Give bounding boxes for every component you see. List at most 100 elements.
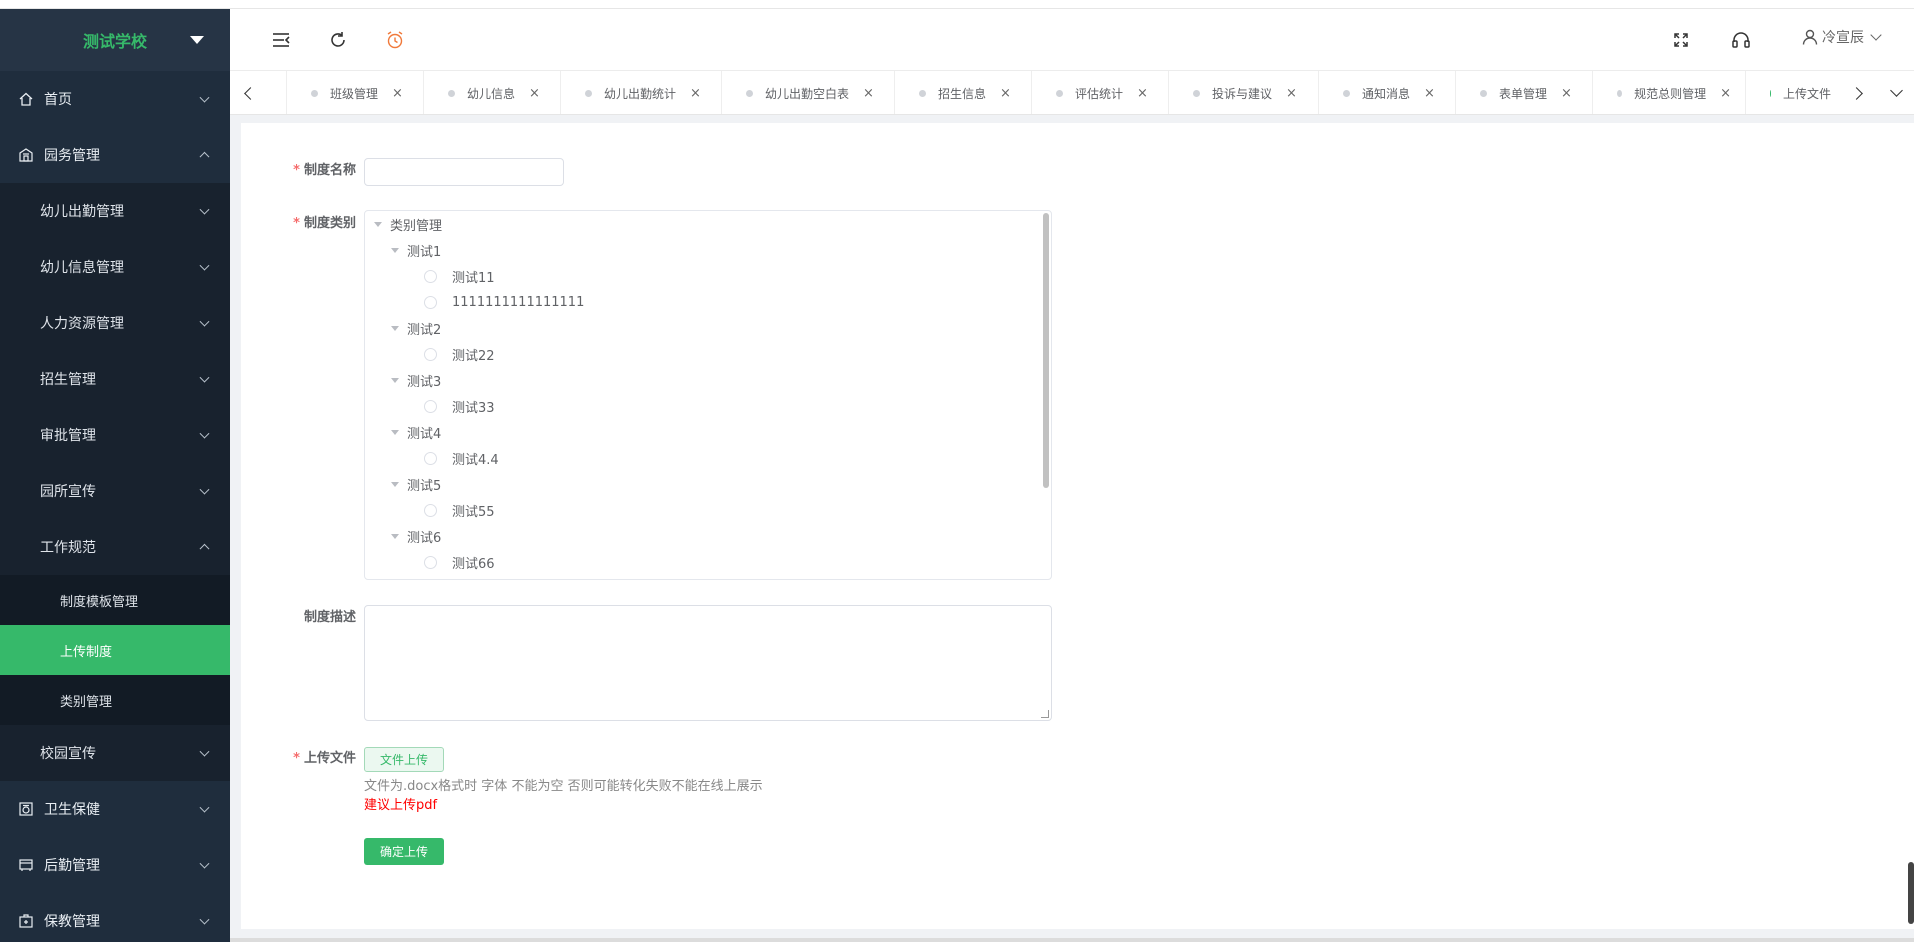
close-icon[interactable]: × <box>863 86 874 101</box>
sidebar-item-10[interactable]: 上传制度 <box>0 625 230 675</box>
sidebar-item-5[interactable]: 招生管理 <box>0 351 230 407</box>
caret-down-icon <box>391 377 399 383</box>
tab-8[interactable]: 表单管理 × <box>1455 71 1592 114</box>
caret-down-icon <box>391 481 399 487</box>
headset-icon[interactable] <box>1730 29 1752 51</box>
bottom-edge <box>230 938 1914 942</box>
user-name: 冷宣辰 <box>1822 30 1864 46</box>
radio-button[interactable] <box>424 451 437 465</box>
tab-dropdown-icon[interactable] <box>1878 71 1914 114</box>
logistics-icon <box>18 857 34 873</box>
tree-branch[interactable]: 测试3 <box>391 369 441 391</box>
sidebar-item-label: 园所宣传 <box>40 484 96 500</box>
tree-branch[interactable]: 测试1 <box>391 239 441 261</box>
tab-0[interactable]: 班级管理 × <box>286 71 423 114</box>
tree-branch[interactable]: 测试6 <box>391 525 441 547</box>
desc-textarea[interactable] <box>364 605 1052 721</box>
sidebar-item-7[interactable]: 园所宣传 <box>0 463 230 519</box>
tab-label: 表单管理 <box>1499 86 1548 101</box>
tab-status-dot <box>1480 89 1487 97</box>
radio-button[interactable] <box>424 399 437 413</box>
sidebar-item-0[interactable]: 首页 <box>0 71 230 127</box>
tree-node-label: 测试3 <box>407 374 442 390</box>
sidebar-item-8[interactable]: 工作规范 <box>0 519 230 575</box>
tab-status-dot <box>585 89 592 97</box>
sidebar-item-6[interactable]: 审批管理 <box>0 407 230 463</box>
close-icon[interactable]: × <box>1000 86 1011 101</box>
radio-button[interactable] <box>424 347 437 361</box>
sidebar-item-12[interactable]: 校园宣传 <box>0 725 230 781</box>
brand-header[interactable]: 测试学校 <box>0 9 230 71</box>
tab-4[interactable]: 招生信息 × <box>894 71 1031 114</box>
tree-scrollbar[interactable] <box>1043 213 1049 488</box>
radio-button[interactable] <box>424 555 437 569</box>
user-icon <box>1801 28 1819 46</box>
close-icon[interactable]: × <box>392 86 403 101</box>
close-icon[interactable]: × <box>1720 86 1731 101</box>
tree-node-label: 测试4 <box>407 426 442 442</box>
sidebar-item-label: 制度模板管理 <box>60 594 139 610</box>
tab-5[interactable]: 评估统计 × <box>1031 71 1168 114</box>
tab-label: 通知消息 <box>1362 86 1411 101</box>
tree-leaf[interactable]: 测试55 <box>424 499 495 521</box>
tree-branch[interactable]: 测试5 <box>391 473 441 495</box>
tab-3[interactable]: 幼儿出勤空白表 × <box>721 71 894 114</box>
user-menu[interactable]: 冷宣辰 <box>1801 27 1882 47</box>
tree-node-label: 测试33 <box>452 400 495 416</box>
sidebar-item-4[interactable]: 人力资源管理 <box>0 295 230 351</box>
tree-node-label: 1111111111111111 <box>452 294 585 310</box>
education-icon <box>18 913 34 929</box>
tree-branch[interactable]: 测试2 <box>391 317 441 339</box>
tree-leaf[interactable]: 测试4.4 <box>424 447 499 469</box>
tab-scroll-right-icon[interactable] <box>1840 71 1876 114</box>
tab-1[interactable]: 幼儿信息 × <box>423 71 560 114</box>
refresh-icon[interactable] <box>327 29 349 51</box>
alarm-clock-icon[interactable] <box>384 29 406 51</box>
tree-node-label: 测试22 <box>452 348 495 364</box>
tab-10[interactable]: 上传文件 <box>1745 71 1836 114</box>
close-icon[interactable]: × <box>690 86 701 101</box>
caret-down-icon[interactable] <box>190 36 204 44</box>
tab-scroll-left-icon[interactable] <box>230 71 266 114</box>
sidebar-item-1[interactable]: 园务管理 <box>0 127 230 183</box>
sidebar-item-14[interactable]: 后勤管理 <box>0 837 230 893</box>
menu-fold-icon[interactable] <box>270 29 292 51</box>
sidebar-item-11[interactable]: 类别管理 <box>0 675 230 725</box>
radio-button[interactable] <box>424 269 437 283</box>
close-icon[interactable]: × <box>1424 86 1435 101</box>
sidebar-item-2[interactable]: 幼儿出勤管理 <box>0 183 230 239</box>
upload-tip: 文件为.docx格式时 字体 不能为空 否则可能转化失败不能在线上展示 <box>364 779 763 794</box>
close-icon[interactable]: × <box>1561 86 1572 101</box>
sidebar-item-label: 工作规范 <box>40 540 96 556</box>
tree-leaf[interactable]: 测试11 <box>424 265 495 287</box>
tab-status-dot <box>1193 89 1200 97</box>
tree-leaf[interactable]: 测试66 <box>424 551 495 573</box>
tree-leaf[interactable]: 测试22 <box>424 343 495 365</box>
close-icon[interactable]: × <box>1137 86 1148 101</box>
tab-6[interactable]: 投诉与建议 × <box>1168 71 1318 114</box>
tab-7[interactable]: 通知消息 × <box>1318 71 1455 114</box>
name-input[interactable] <box>364 158 564 186</box>
page-scrollbar[interactable] <box>1908 862 1914 924</box>
fullscreen-icon[interactable] <box>1670 29 1692 51</box>
radio-button[interactable] <box>424 503 437 517</box>
close-icon[interactable]: × <box>529 86 540 101</box>
resize-handle-icon[interactable] <box>1041 710 1049 718</box>
tree-leaf[interactable]: 1111111111111111 <box>424 291 584 313</box>
tree-branch[interactable]: 测试4 <box>391 421 441 443</box>
tree-branch[interactable]: 类别管理 <box>374 213 442 235</box>
sidebar-item-13[interactable]: 卫生保健 <box>0 781 230 837</box>
category-tree[interactable]: 类别管理测试1 测试11 1111111111111111 测试2 测试22 测试3 测试3… <box>364 210 1052 580</box>
file-upload-button[interactable]: 文件上传 <box>364 747 444 772</box>
submit-upload-button[interactable]: 确定上传 <box>364 838 444 865</box>
sidebar-item-15[interactable]: 保教管理 <box>0 893 230 942</box>
tree-leaf[interactable]: 测试33 <box>424 395 495 417</box>
sidebar-item-label: 校园宣传 <box>40 746 96 762</box>
radio-button[interactable] <box>424 295 437 309</box>
close-icon[interactable]: × <box>1286 86 1297 101</box>
tab-2[interactable]: 幼儿出勤统计 × <box>560 71 721 114</box>
tab-9[interactable]: 规范总则管理 × <box>1592 71 1745 114</box>
sidebar-item-9[interactable]: 制度模板管理 <box>0 575 230 625</box>
sidebar-item-3[interactable]: 幼儿信息管理 <box>0 239 230 295</box>
tree-node-label: 类别管理 <box>390 218 443 234</box>
